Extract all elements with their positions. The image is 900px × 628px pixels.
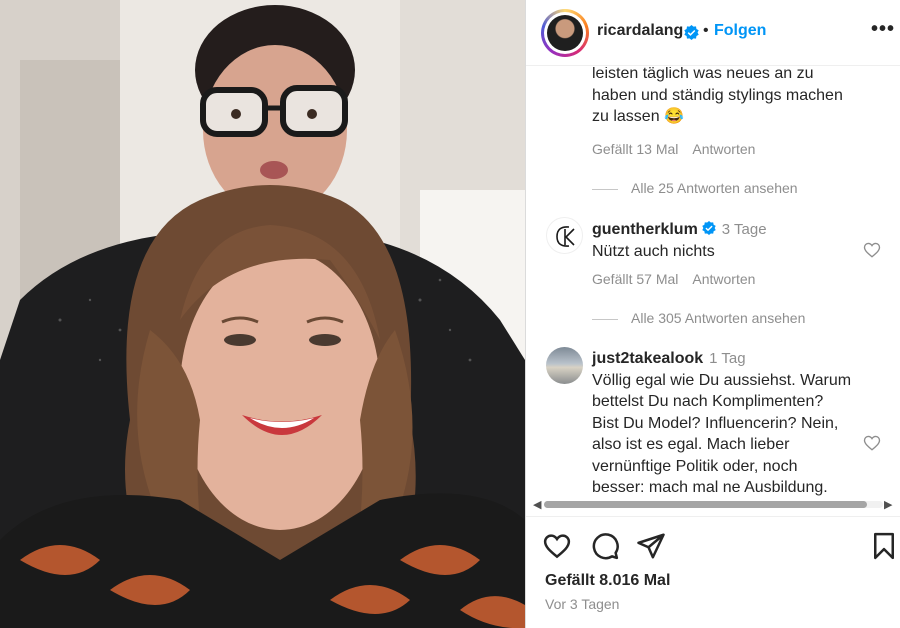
verified-badge-icon xyxy=(684,25,699,40)
selfie-illustration xyxy=(0,0,525,628)
comment-line: vernünftige Politik oder, noch xyxy=(592,457,798,475)
post-photo xyxy=(0,0,525,628)
reply-button[interactable]: Antworten xyxy=(692,271,755,287)
view-replies-button[interactable]: Alle 305 Antworten ansehen xyxy=(592,310,805,326)
horizontal-scrollbar[interactable]: ◀ ▶ xyxy=(531,496,896,512)
send-icon[interactable] xyxy=(636,531,666,561)
replies-divider xyxy=(592,318,618,320)
comment-line: also ist es egal. Mach lieber xyxy=(592,436,790,453)
avatar-inner xyxy=(544,12,586,54)
verified-badge-icon xyxy=(702,221,716,235)
commenter-avatar[interactable] xyxy=(546,347,583,384)
view-replies-button[interactable]: Alle 25 Antworten ansehen xyxy=(592,180,798,196)
comment-line: besser: mach mal ne Ausbildung. xyxy=(592,479,828,496)
scroll-left-arrow-icon[interactable]: ◀ xyxy=(533,498,541,511)
avatar-image xyxy=(547,15,583,51)
scroll-right-arrow-icon[interactable]: ▶ xyxy=(884,498,892,511)
more-options-icon[interactable]: ••• xyxy=(871,18,895,41)
comment-like-heart-icon[interactable] xyxy=(863,241,881,259)
profile-avatar[interactable] xyxy=(541,9,589,57)
post-header: ricardalang • Folgen ••• xyxy=(526,0,900,66)
view-replies-label: Alle 305 Antworten ansehen xyxy=(631,310,806,326)
commenter-username[interactable]: just2takealook xyxy=(592,350,703,367)
heart-icon[interactable] xyxy=(542,531,572,561)
comment-line: Bist Du Model? Influencerin? Nein, xyxy=(592,414,839,432)
comment-line: leisten täglich was neues an zu xyxy=(592,67,814,82)
commenter-avatar[interactable] xyxy=(546,217,583,254)
post-likes-count[interactable]: Gefällt 8.016 Mal xyxy=(545,572,670,590)
header-separator: • xyxy=(703,22,709,39)
comment-line: zu lassen 😂 xyxy=(592,108,684,125)
commenter-username[interactable]: guentherklum xyxy=(592,221,698,238)
comment-icon[interactable] xyxy=(590,531,620,561)
follow-button[interactable]: Folgen xyxy=(714,22,766,40)
post-author-username[interactable]: ricardalang xyxy=(597,22,683,40)
scrollbar-thumb[interactable] xyxy=(544,501,867,508)
post-actions: Gefällt 8.016 Mal Vor 3 Tagen xyxy=(526,516,900,628)
reply-button[interactable]: Antworten xyxy=(692,141,755,157)
bookmark-icon[interactable] xyxy=(869,531,899,561)
post-date[interactable]: Vor 3 Tagen xyxy=(545,596,619,612)
comment-time[interactable]: 3 Tage xyxy=(722,221,767,238)
comment-likes[interactable]: Gefällt 57 Mal xyxy=(592,271,678,287)
comment-time[interactable]: 1 Tag xyxy=(709,350,745,367)
replies-divider xyxy=(592,188,618,190)
gk-monogram-logo xyxy=(556,226,575,247)
comments-list: leisten täglich was neues an zu haben un… xyxy=(526,67,900,497)
comment-body: guentherklum 3 Tage Nützt auch nichts xyxy=(592,219,862,262)
comment-line: bettelst Du nach Komplimenten? xyxy=(592,393,824,410)
comment-meta: Gefällt 13 Mal Antworten xyxy=(592,141,769,157)
comment-line: haben und ständig stylings machen xyxy=(592,86,843,104)
view-replies-label: Alle 25 Antworten ansehen xyxy=(631,180,798,196)
post-sidebar: ricardalang • Folgen ••• leisten täglich… xyxy=(525,0,900,628)
comment-text: leisten täglich was neues an zu haben un… xyxy=(592,67,862,128)
comment-likes[interactable]: Gefällt 13 Mal xyxy=(592,141,678,157)
comment-meta: Gefällt 57 Mal Antworten xyxy=(592,271,769,287)
comment-line: Nützt auch nichts xyxy=(592,242,715,260)
comment-body: just2takealook 1 Tag Völlig egal wie Du a… xyxy=(592,348,862,497)
comment-like-heart-icon[interactable] xyxy=(863,434,881,452)
comment-line: Völlig egal wie Du aussiehst. Warum xyxy=(592,371,852,389)
